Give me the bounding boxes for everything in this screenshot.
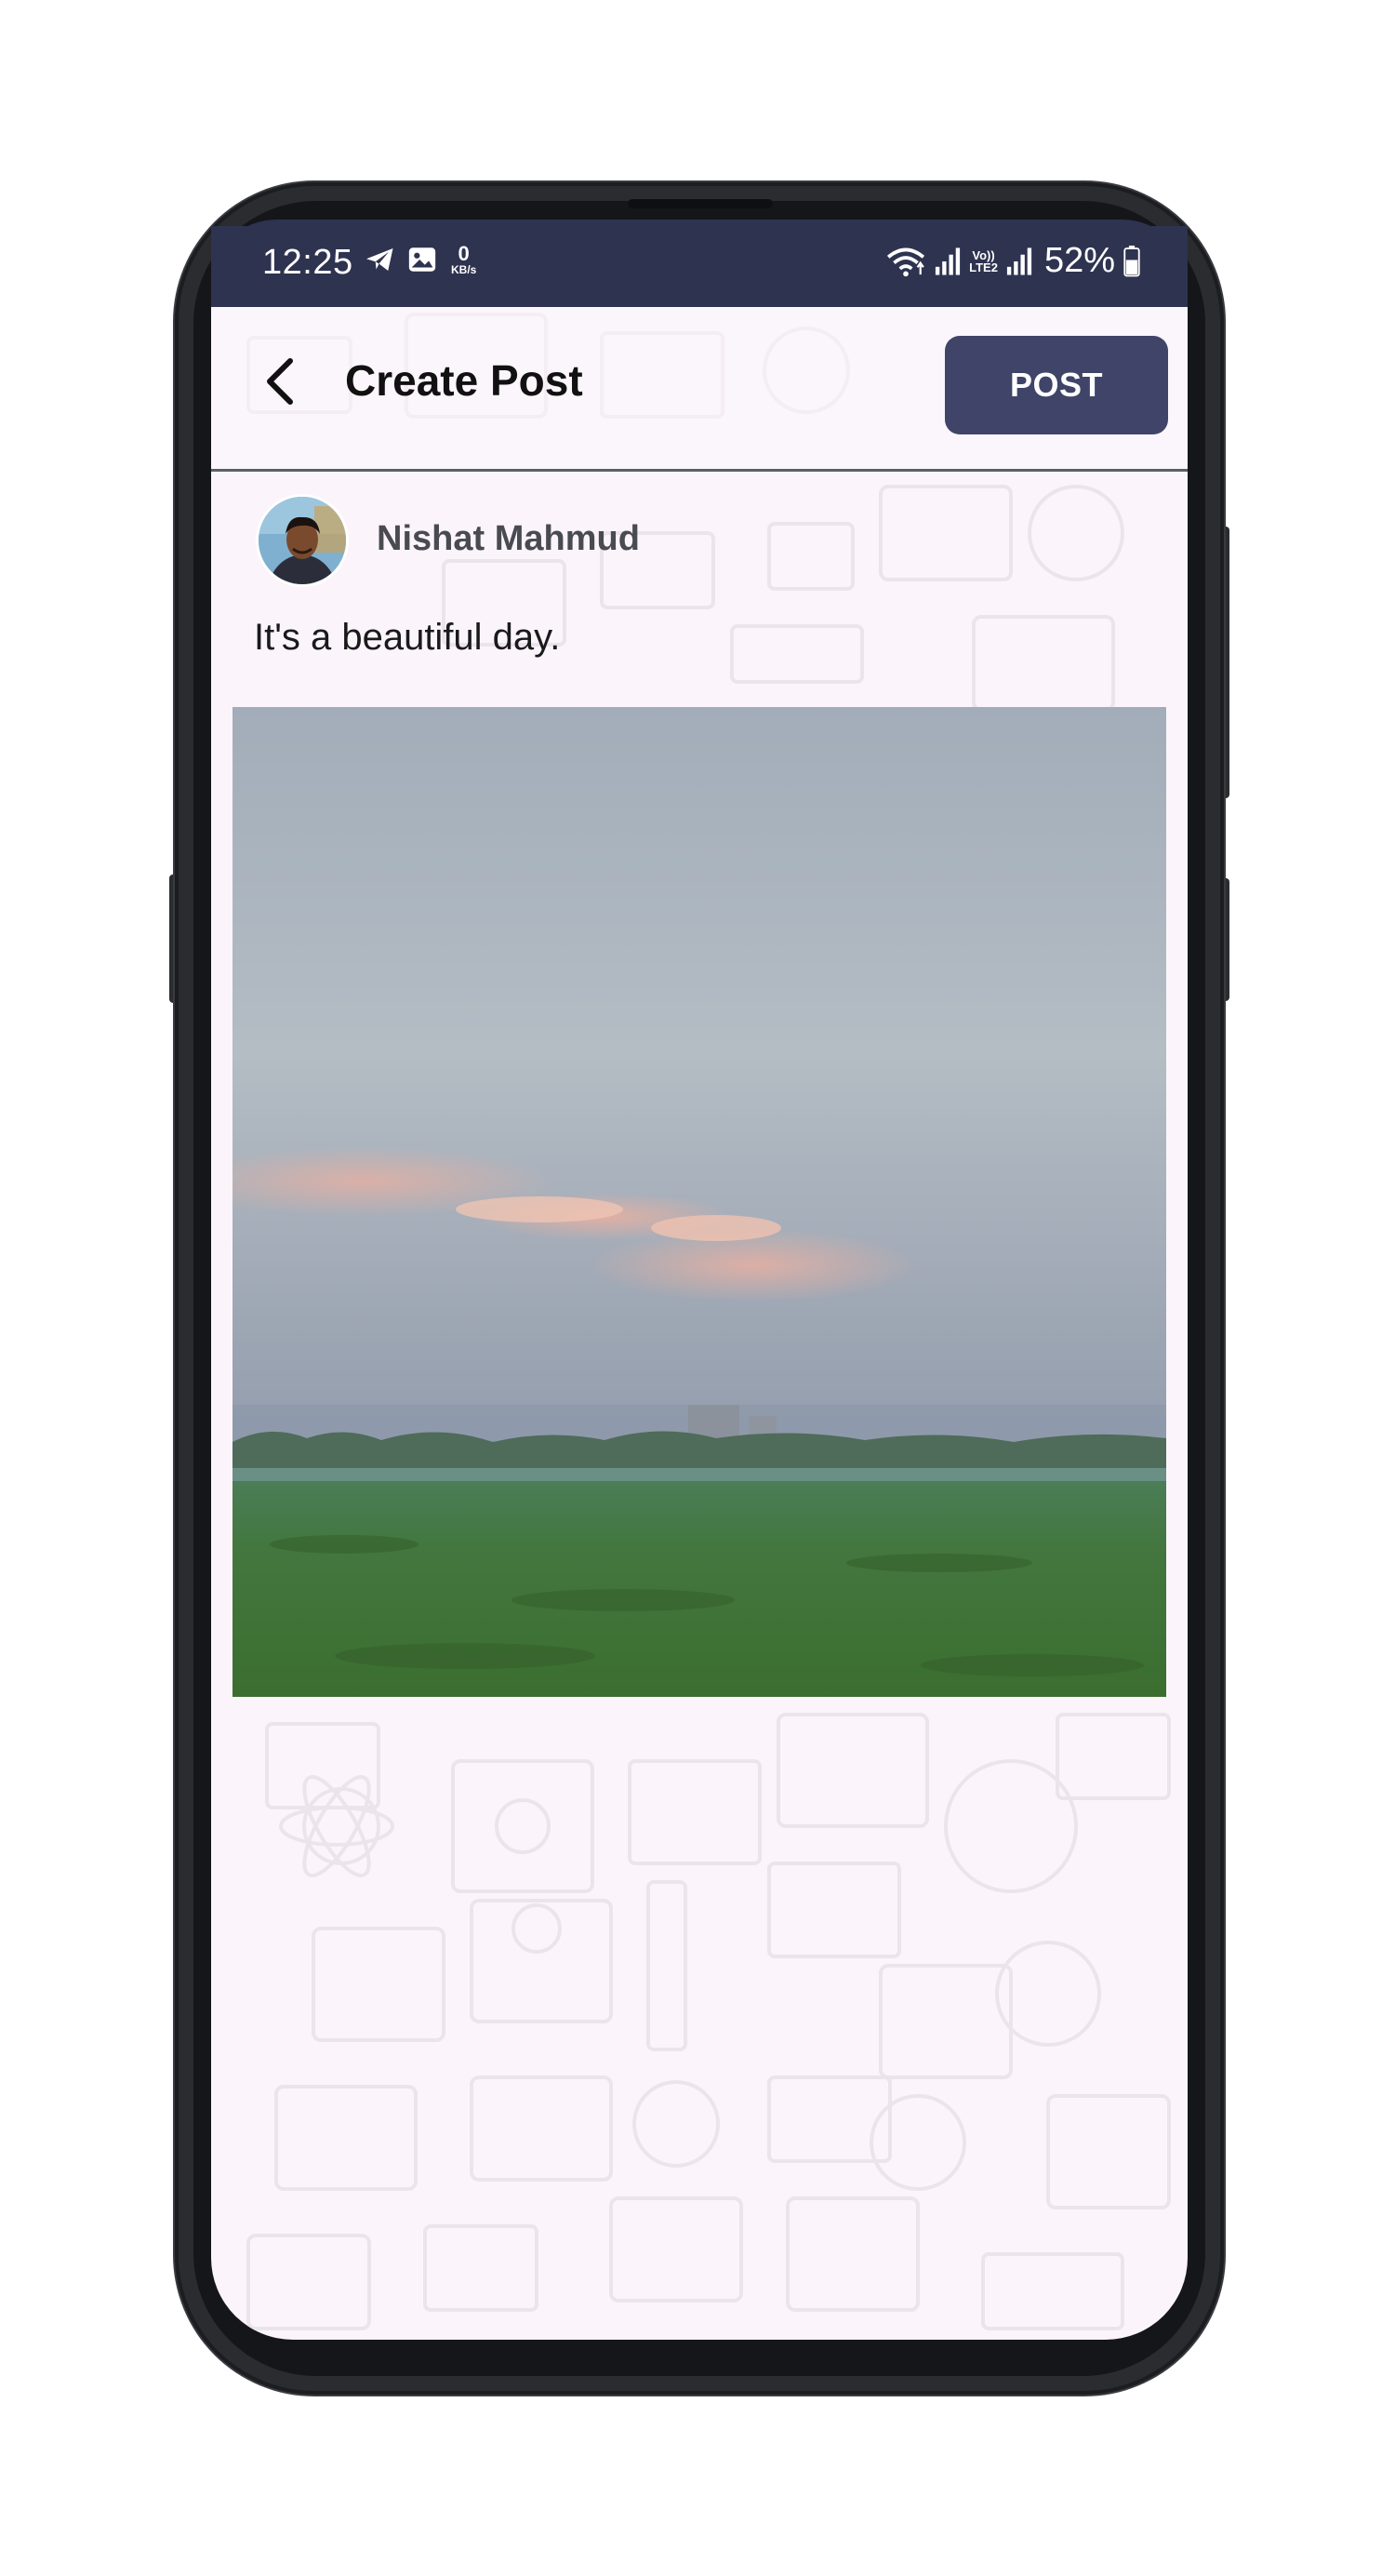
signal-icon [1006,247,1032,275]
app-bar-divider [211,469,1188,472]
telegram-icon [366,248,393,271]
post-text[interactable]: It's a beautiful day. [254,617,560,659]
network-speed-value: 0 [458,242,470,265]
battery-percent: 52% [1043,241,1115,280]
author-name: Nishat Mahmud [377,519,640,558]
back-button[interactable] [248,349,313,414]
status-bar: 12:25 0 KB/s Vo)) LTE2 52% [211,226,1188,307]
gallery-icon [408,247,436,272]
network-speed-unit: KB/s [451,263,477,276]
chevron-left-icon [267,358,293,405]
avatar-photo [259,497,346,584]
lte-label: LTE2 [969,260,998,274]
signal-icon [936,247,961,275]
network-speed: 0 KB/s [451,242,477,276]
post-image[interactable] [232,707,1166,1697]
volte-indicator: Vo)) LTE2 [969,249,998,274]
avatar[interactable] [259,497,346,584]
landscape-photo [232,707,1166,1697]
app-screen: 12:25 0 KB/s Vo)) LTE2 52% Create Post P… [211,226,1188,2340]
earpiece-speaker [628,199,773,208]
post-button[interactable]: POST [945,336,1168,434]
status-time: 12:25 [262,243,353,282]
battery-icon [1123,245,1140,276]
app-bar: Create Post POST [211,307,1188,469]
status-notification-icons: 0 KB/s [364,243,476,276]
status-system-icons: Vo)) LTE2 52% [885,241,1141,281]
device-mockup: 12:25 0 KB/s Vo)) LTE2 52% Create Post P… [0,0,1395,2576]
volte-label: Vo)) [972,247,995,262]
wifi-icon [887,247,925,276]
page-title: Create Post [345,356,583,405]
